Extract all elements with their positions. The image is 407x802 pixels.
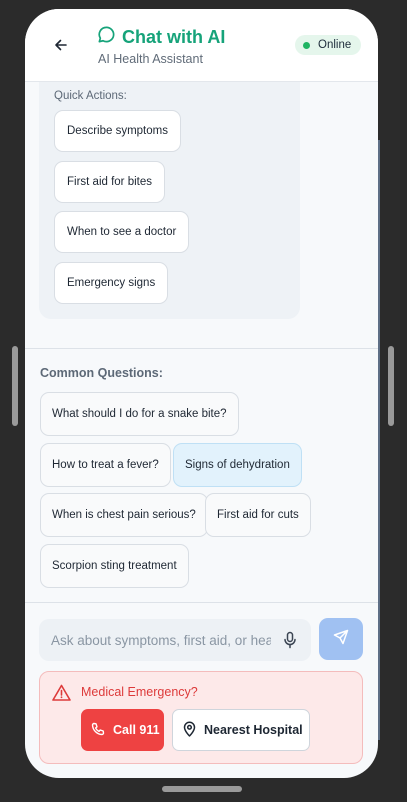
side-button-right — [388, 346, 394, 426]
page-subtitle: AI Health Assistant — [98, 52, 203, 66]
alert-triangle-icon — [52, 684, 71, 701]
divider — [25, 602, 378, 603]
quick-action-first-aid-bites[interactable]: First aid for bites — [54, 161, 165, 203]
status-badge: Online — [295, 35, 362, 55]
side-button-left — [12, 346, 18, 426]
question-chip-chest-pain[interactable]: When is chest pain serious? — [40, 493, 208, 537]
message-input[interactable] — [51, 632, 271, 648]
online-dot-icon — [303, 41, 310, 49]
emergency-title: Medical Emergency? — [81, 685, 198, 699]
call-911-label: Call 911 — [113, 723, 160, 737]
device-frame: Chat with AI AI Health Assistant Online … — [0, 0, 407, 802]
quick-action-describe-symptoms[interactable]: Describe symptoms — [54, 110, 181, 152]
phone-screen: Chat with AI AI Health Assistant Online … — [25, 9, 378, 778]
quick-actions-card: Quick Actions: Describe symptoms First a… — [39, 82, 300, 319]
message-circle-icon — [97, 25, 116, 49]
question-chip-fever[interactable]: How to treat a fever? — [40, 443, 171, 487]
chat-header: Chat with AI AI Health Assistant Online — [25, 9, 378, 82]
arrow-left-icon[interactable] — [49, 33, 73, 57]
quick-action-emergency-signs[interactable]: Emergency signs — [54, 262, 169, 304]
question-chip-scorpion[interactable]: Scorpion sting treatment — [40, 544, 189, 588]
question-chip-snake-bite[interactable]: What should I do for a snake bite? — [40, 392, 239, 436]
microphone-icon[interactable] — [283, 631, 297, 649]
nearest-hospital-label: Nearest Hospital — [204, 723, 303, 737]
quick-action-see-doctor[interactable]: When to see a doctor — [54, 211, 190, 253]
emergency-panel: Medical Emergency? Call 911 Nearest Hosp… — [39, 671, 363, 764]
question-chip-dehydration[interactable]: Signs of dehydration — [173, 443, 302, 487]
home-indicator — [162, 786, 242, 792]
call-911-button[interactable]: Call 911 — [81, 709, 164, 751]
question-chip-cuts[interactable]: First aid for cuts — [205, 493, 311, 537]
quick-actions-label: Quick Actions: — [54, 90, 127, 102]
status-text: Online — [318, 39, 352, 51]
divider — [25, 348, 378, 349]
nearest-hospital-button[interactable]: Nearest Hospital — [172, 709, 310, 751]
map-pin-icon — [183, 721, 196, 740]
phone-icon — [91, 722, 105, 739]
title-row: Chat with AI — [97, 25, 225, 49]
send-button[interactable] — [319, 618, 363, 660]
page-title: Chat with AI — [122, 26, 226, 47]
send-icon — [333, 629, 349, 650]
message-input-container — [39, 619, 311, 661]
common-questions-label: Common Questions: — [40, 366, 163, 380]
